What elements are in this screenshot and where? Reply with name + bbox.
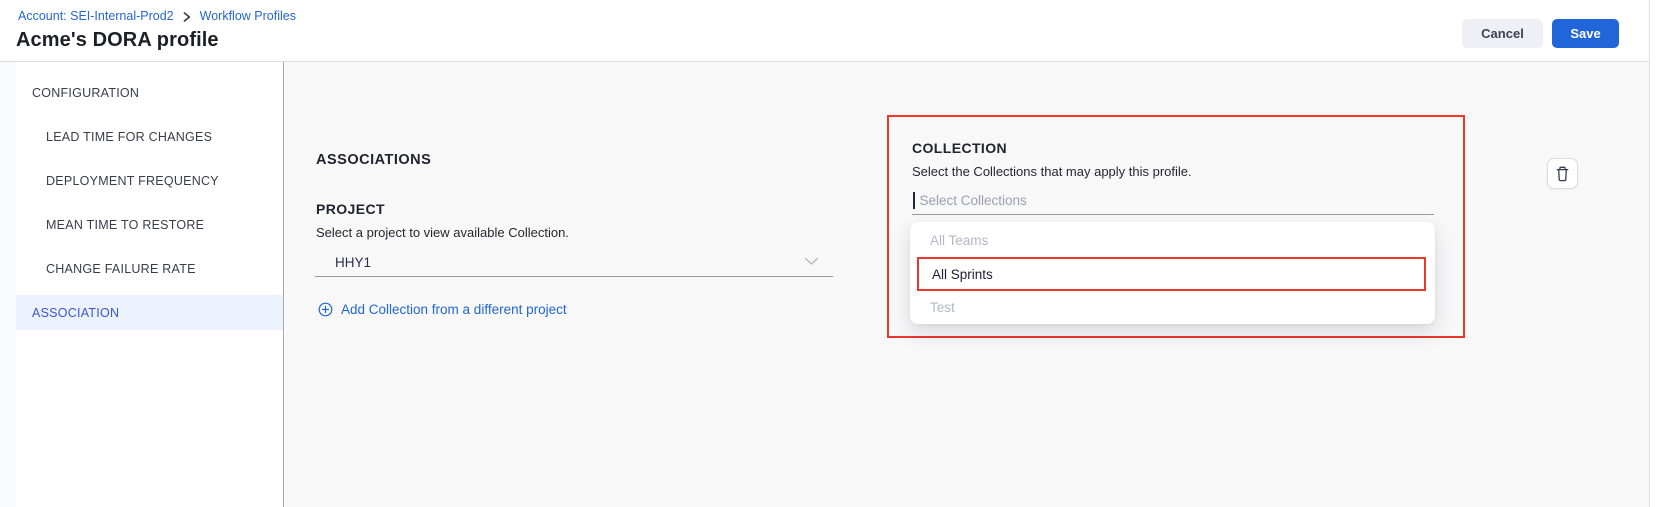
save-button[interactable]: Save — [1552, 19, 1619, 48]
breadcrumb: Account: SEI-Internal-Prod2 Workflow Pro… — [18, 8, 296, 24]
collections-select-input[interactable]: Select Collections — [912, 187, 1434, 215]
project-select-value: HHY1 — [335, 255, 371, 270]
text-cursor — [913, 192, 915, 209]
scrollbar-track[interactable] — [1649, 0, 1678, 507]
profile-sections-sidebar: CONFIGURATION LEAD TIME FOR CHANGES DEPL… — [16, 62, 284, 507]
sidebar-item-association[interactable]: ASSOCIATION — [16, 295, 283, 330]
delete-association-button[interactable] — [1547, 158, 1578, 189]
collection-option-all-sprints[interactable]: All Sprints — [917, 257, 1426, 291]
chevron-right-icon — [183, 12, 191, 22]
chevron-down-icon — [804, 257, 819, 266]
project-field-description: Select a project to view available Colle… — [316, 225, 569, 240]
page-title: Acme's DORA profile — [16, 29, 219, 52]
collection-option-all-teams[interactable]: All Teams — [910, 224, 1435, 257]
cancel-button[interactable]: Cancel — [1462, 19, 1543, 48]
sidebar-item-lead-time-for-changes[interactable]: LEAD TIME FOR CHANGES — [16, 119, 283, 154]
project-select[interactable]: HHY1 — [315, 248, 833, 277]
sidebar-item-deployment-frequency[interactable]: DEPLOYMENT FREQUENCY — [16, 163, 283, 198]
collection-option-test[interactable]: Test — [910, 291, 1435, 324]
sidebar-item-configuration[interactable]: CONFIGURATION — [16, 75, 283, 110]
breadcrumb-workflow-profiles-link[interactable]: Workflow Profiles — [200, 8, 296, 24]
associations-section-title: ASSOCIATIONS — [316, 152, 431, 168]
association-panel: ASSOCIATIONS PROJECT Select a project to… — [285, 62, 1649, 507]
collections-input-placeholder: Select Collections — [920, 193, 1027, 208]
page-header: Account: SEI-Internal-Prod2 Workflow Pro… — [0, 0, 1650, 62]
left-edge-rail — [0, 62, 16, 507]
trash-icon — [1555, 166, 1570, 182]
sidebar-item-mean-time-to-restore[interactable]: MEAN TIME TO RESTORE — [16, 207, 283, 242]
collection-field-label: COLLECTION — [912, 140, 1007, 156]
collections-dropdown-menu: All Teams All Sprints Test — [910, 222, 1435, 324]
sidebar-item-change-failure-rate[interactable]: CHANGE FAILURE RATE — [16, 251, 283, 286]
plus-circle-icon — [318, 302, 333, 317]
add-collection-link[interactable]: Add Collection from a different project — [318, 302, 567, 317]
project-field-label: PROJECT — [316, 201, 385, 217]
workflow-profile-page: Account: SEI-Internal-Prod2 Workflow Pro… — [0, 0, 1678, 507]
add-collection-link-label: Add Collection from a different project — [341, 302, 567, 317]
collection-highlight-box: COLLECTION Select the Collections that m… — [887, 115, 1465, 338]
collection-field-description: Select the Collections that may apply th… — [912, 164, 1192, 179]
breadcrumb-account-link[interactable]: Account: SEI-Internal-Prod2 — [18, 8, 174, 24]
